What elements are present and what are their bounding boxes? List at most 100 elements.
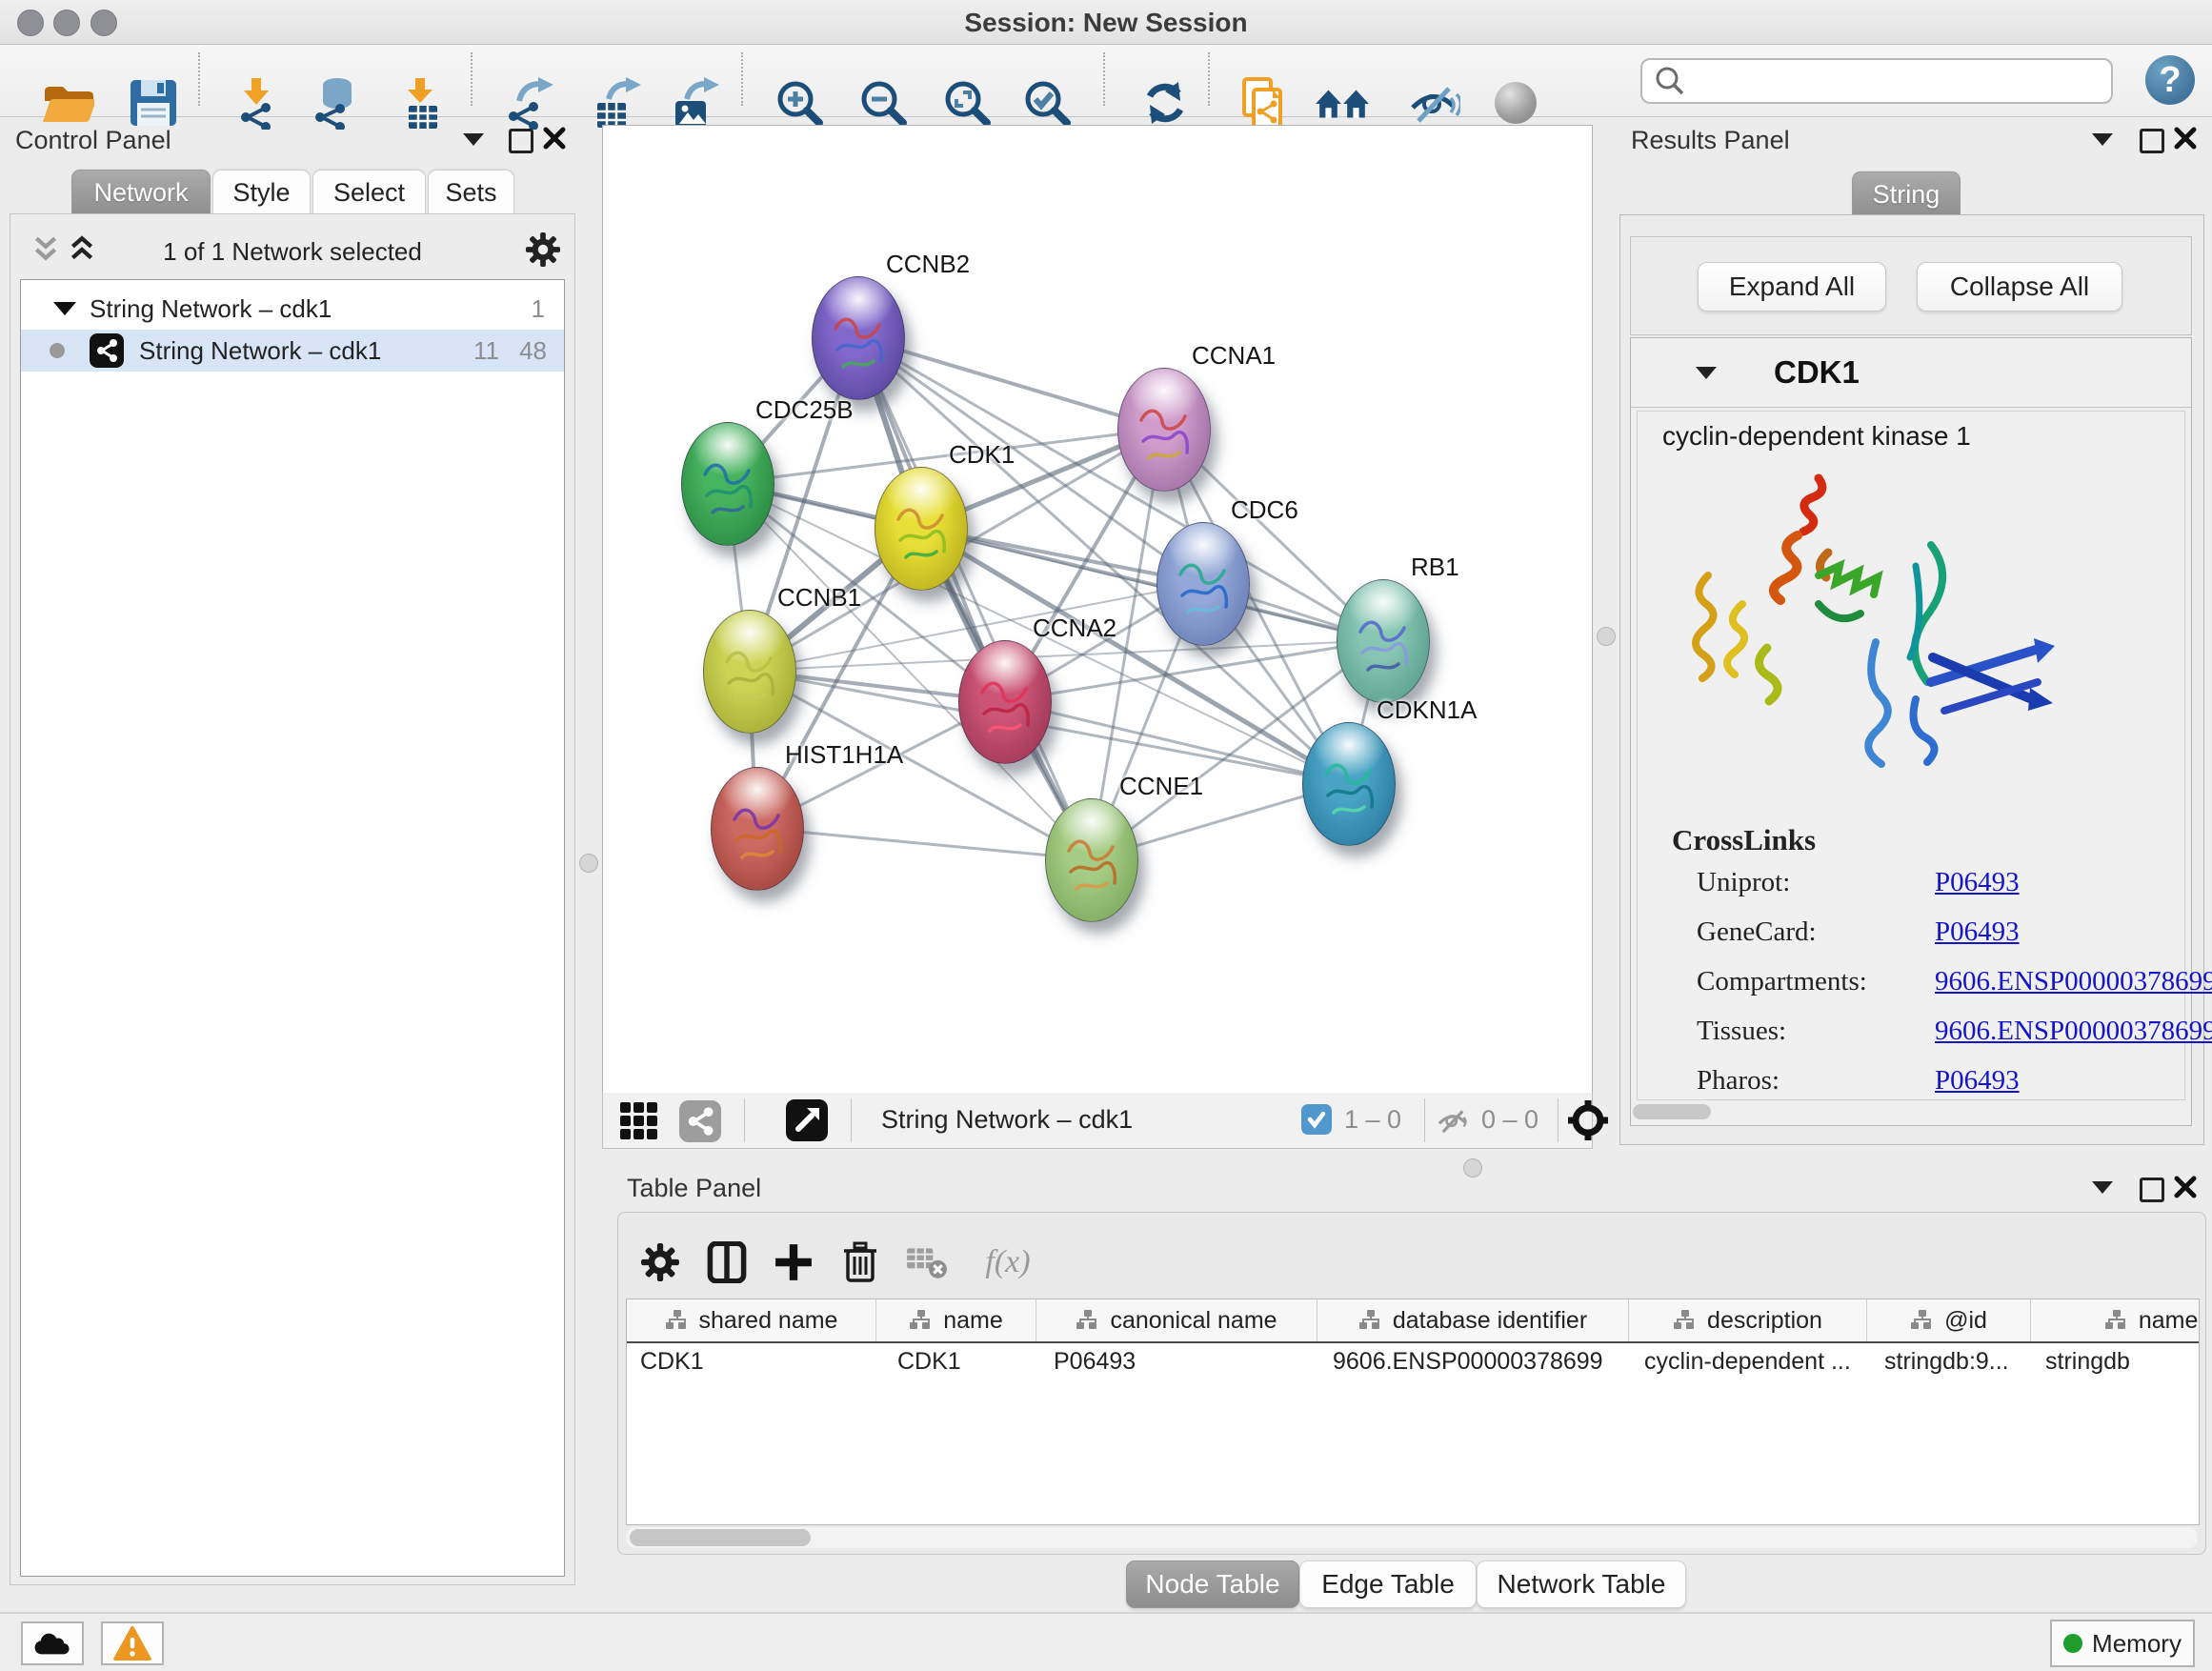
cell-id[interactable]: stringdb:9... (1867, 1348, 2031, 1376)
network-canvas[interactable]: CCNB2CCNA1CDC25BCDK1CDC6RB1CCNB1CCNA2CDK… (602, 125, 1593, 1095)
open-in-window-icon[interactable] (786, 1099, 828, 1141)
crosslink-pharos[interactable]: P06493 (1935, 1065, 2020, 1097)
column-header-canonical-name[interactable]: canonical name (1036, 1299, 1317, 1341)
control-panel-close-icon[interactable] (543, 127, 566, 150)
network-node-CDC6[interactable] (1156, 522, 1250, 646)
protein-card-header[interactable]: CDK1 (1631, 338, 2191, 408)
delete-column-trash-icon[interactable] (834, 1236, 887, 1289)
column-header-id[interactable]: @id (1867, 1299, 2031, 1341)
crosslink-uniprot[interactable]: P06493 (1935, 867, 2020, 898)
cloud-status-button[interactable] (21, 1621, 84, 1665)
cell-name[interactable]: CDK1 (876, 1348, 1036, 1376)
tab-edge-table[interactable]: Edge Table (1299, 1560, 1477, 1608)
cell-canonical-name[interactable]: P06493 (1036, 1348, 1317, 1376)
bar-separator (1424, 1098, 1425, 1142)
export-network-icon[interactable] (499, 73, 558, 132)
column-header-name[interactable]: name (876, 1299, 1036, 1341)
network-node-CCNA2[interactable] (958, 640, 1052, 764)
collection-expand-icon[interactable] (53, 302, 76, 315)
zoom-out-icon[interactable] (854, 73, 913, 132)
bottom-splitter-handle[interactable] (1463, 1158, 1482, 1178)
crosslink-genecard[interactable]: P06493 (1935, 916, 2020, 948)
search-box[interactable] (1640, 58, 2113, 104)
crosslink-tissues[interactable]: 9606.ENSP00000378699 (1935, 1016, 2212, 1047)
network-panel-gear-icon[interactable] (525, 232, 561, 268)
network-node-CDC25B[interactable] (681, 422, 774, 546)
network-node-CCNB2[interactable] (812, 276, 905, 400)
results-panel-collapse-icon[interactable] (2092, 133, 2113, 146)
cell-namespace[interactable]: stringdb (2031, 1348, 2200, 1376)
tab-string[interactable]: String (1852, 171, 1961, 216)
zoom-fit-icon[interactable] (937, 73, 996, 132)
clone-view-icon[interactable] (1235, 73, 1294, 132)
export-table-icon[interactable] (587, 73, 646, 132)
cell-database-identifier[interactable]: 9606.ENSP00000378699 (1317, 1348, 1629, 1376)
table-panel-float-icon[interactable] (2140, 1178, 2164, 1202)
show-columns-icon[interactable] (700, 1236, 754, 1289)
add-column-icon[interactable] (767, 1236, 820, 1289)
collapse-all-button[interactable]: Collapse All (1917, 262, 2122, 312)
network-node-CCNA1[interactable] (1117, 368, 1211, 492)
table-panel-close-icon[interactable] (2174, 1176, 2197, 1198)
tab-sets[interactable]: Sets (428, 170, 514, 214)
scrollbar-thumb[interactable] (630, 1529, 811, 1546)
refresh-icon[interactable] (1136, 73, 1195, 132)
share-view-icon[interactable] (679, 1100, 721, 1142)
results-scrollbar-thumb[interactable] (1633, 1104, 1711, 1119)
control-panel-collapse-icon[interactable] (463, 133, 484, 146)
right-splitter-handle[interactable] (1597, 627, 1616, 646)
tab-node-table[interactable]: Node Table (1126, 1560, 1299, 1608)
table-panel-collapse-icon[interactable] (2092, 1181, 2113, 1194)
memory-button[interactable]: Memory (2050, 1620, 2195, 1667)
network-node-CCNE1[interactable] (1045, 798, 1138, 922)
tab-select[interactable]: Select (312, 170, 426, 214)
cell-description[interactable]: cyclin-dependent ... (1629, 1348, 1867, 1376)
network-node-label: CDKN1A (1377, 695, 1477, 725)
column-header-shared-name[interactable]: shared name (627, 1299, 876, 1341)
left-splitter-handle[interactable] (579, 854, 598, 873)
zoom-selected-icon[interactable] (1017, 73, 1076, 132)
export-image-icon[interactable] (665, 73, 724, 132)
table-panel-body: f(x) shared name name canonical name (617, 1212, 2206, 1555)
table-horizontal-scrollbar[interactable] (626, 1527, 2198, 1548)
network-node-CDKN1A[interactable] (1302, 722, 1396, 846)
grid-view-icon[interactable] (620, 1102, 658, 1140)
birds-eye-crosshair-icon[interactable] (1567, 1099, 1609, 1141)
network-node-CDK1[interactable] (875, 467, 968, 591)
tab-network[interactable]: Network (71, 170, 211, 214)
import-table-icon[interactable] (392, 73, 452, 132)
table-row[interactable]: CDK1 CDK1 P06493 9606.ENSP00000378699 cy… (627, 1343, 2199, 1379)
warning-status-button[interactable] (101, 1621, 164, 1665)
table-gear-icon[interactable] (633, 1236, 687, 1289)
home-destroy-network-icon[interactable] (1313, 73, 1372, 132)
results-panel-close-icon[interactable] (2174, 127, 2197, 150)
column-header-description[interactable]: description (1629, 1299, 1867, 1341)
network-node-RB1[interactable] (1337, 579, 1430, 703)
protein-collapse-icon[interactable] (1696, 367, 1717, 379)
network-row-selected[interactable]: String Network – cdk1 11 48 (21, 330, 564, 372)
save-session-icon[interactable] (124, 73, 183, 132)
search-input[interactable] (1694, 66, 2111, 97)
selected-nodes-checkbox[interactable] (1301, 1104, 1332, 1135)
expand-all-button[interactable]: Expand All (1698, 262, 1886, 312)
cell-shared-name[interactable]: CDK1 (627, 1348, 876, 1376)
network-node-HIST1H1A[interactable] (711, 767, 804, 891)
network-node-label: RB1 (1411, 553, 1459, 582)
control-panel-float-icon[interactable] (509, 129, 533, 153)
column-header-database-identifier[interactable]: database identifier (1317, 1299, 1629, 1341)
network-collection-row[interactable]: String Network – cdk1 1 (21, 288, 564, 330)
crosslink-compartments[interactable]: 9606.ENSP00000378699 (1935, 966, 2212, 997)
tab-network-table[interactable]: Network Table (1477, 1560, 1686, 1608)
results-panel-float-icon[interactable] (2140, 129, 2164, 153)
open-session-icon[interactable] (38, 73, 97, 132)
bar-separator (851, 1098, 852, 1142)
tab-style[interactable]: Style (212, 170, 311, 214)
network-node-CCNB1[interactable] (703, 610, 796, 734)
import-database-icon[interactable] (305, 73, 364, 132)
import-network-icon[interactable] (229, 73, 288, 132)
zoom-in-icon[interactable] (770, 73, 829, 132)
show-panel-orb-icon[interactable] (1486, 73, 1545, 132)
column-header-namespace[interactable]: namespace (2031, 1299, 2200, 1341)
hide-panels-eye-slash-icon[interactable] (1404, 73, 1463, 132)
help-icon[interactable]: ? (2145, 55, 2195, 105)
